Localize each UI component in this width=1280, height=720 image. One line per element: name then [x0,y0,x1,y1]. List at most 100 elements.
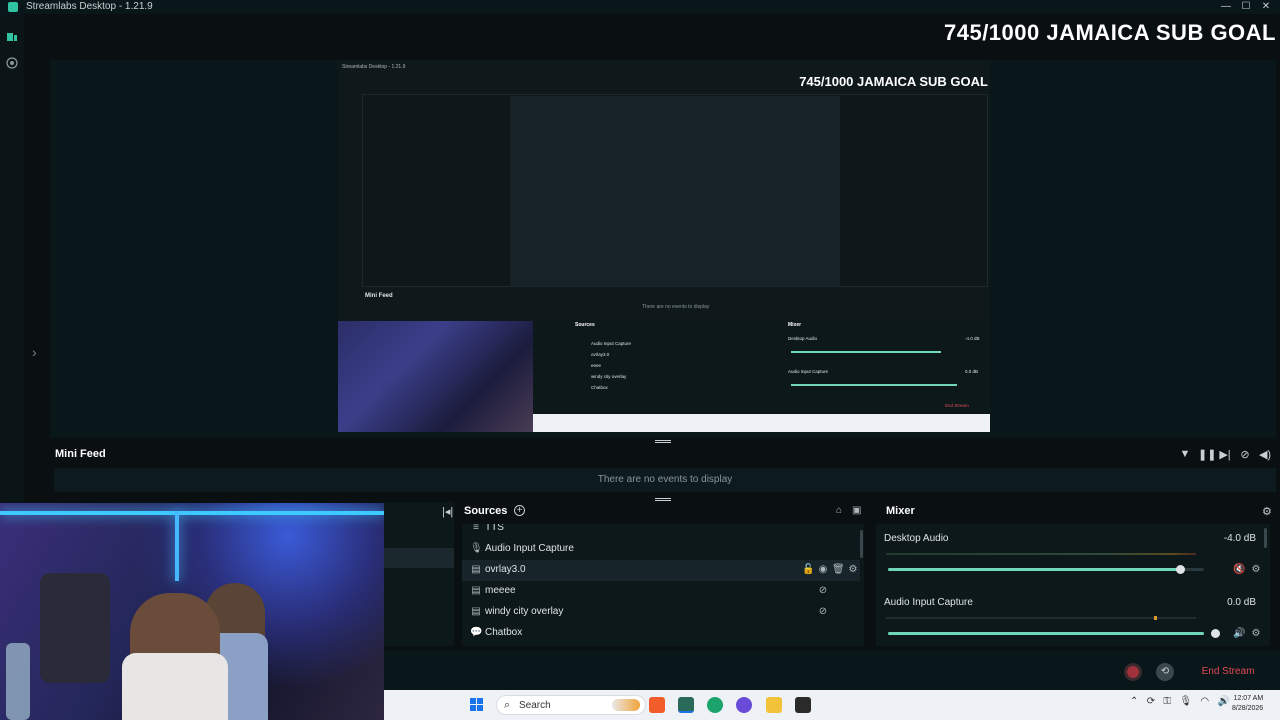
close-button[interactable]: ✕ [1256,0,1276,14]
gaming-chair [40,573,110,683]
volume-slider-fill [888,568,1180,571]
visibility-off-icon[interactable]: ⊘ [817,606,829,617]
text-icon: ≡ [473,524,479,533]
lock-icon[interactable]: 🔓 [802,564,814,575]
volume-slider[interactable] [888,565,1204,574]
inner-mini-feed-title: Mini Feed There are no events to display [365,293,710,310]
record-button[interactable] [1124,663,1142,681]
visibility-icon[interactable]: ◉ [817,564,829,575]
source-label: meeee [485,585,516,596]
windows-start-icon[interactable] [470,698,484,712]
inner-webcam-image [338,321,533,432]
mixer-channel-name: Desktop Audio [884,533,949,544]
widgets-icon[interactable] [612,699,640,711]
left-nav-rail [0,14,24,504]
pause-icon[interactable]: ❚❚ [1198,448,1216,461]
expand-left-icon[interactable]: › [32,344,37,360]
volume-meter [886,553,1196,555]
mini-feed-title: Mini Feed [55,448,106,460]
mixer-channel-db: 0.0 dB [1227,597,1256,608]
inner-window-title: Streamlabs Desktop - 1.21.9 [342,64,406,70]
source-row[interactable]: 🎙 Audio Input Capture [462,539,860,560]
maximize-button[interactable]: ☐ [1236,0,1256,14]
source-label: Audio Input Capture [485,543,574,554]
clock-date: 8/28/2026 [1232,705,1264,712]
mixer-channel-db: -4.0 dB [1223,533,1256,544]
channel-settings-icon[interactable]: ⚙ [1250,564,1262,575]
collapse-scenes-icon[interactable]: |◂| [442,505,453,518]
editor-icon[interactable] [6,30,18,42]
mini-feed-empty-text: There are no events to display [597,474,733,485]
system-tray[interactable]: ⌃ ⟳ ⚿ 🎙 ◠ 🔊 [1130,696,1230,707]
led-strip [0,511,384,515]
mute-icon[interactable]: 🔇 [1233,564,1245,575]
streamlabs-taskbar-icon[interactable] [678,697,694,713]
add-folder-icon[interactable]: ⌂ [836,505,842,516]
source-properties-icon[interactable]: ▣ [852,505,861,516]
add-source-icon[interactable]: + [514,505,525,516]
brave-browser-icon[interactable] [649,697,665,713]
volume-slider-knob[interactable] [1176,565,1185,574]
replay-buffer-button[interactable]: ⟲ [1156,663,1174,681]
mixer-panel: Mixer ⚙ Desktop Audio -4.0 dB 🔇 ⚙ Audio … [872,502,1280,646]
sources-title: Sources [464,505,508,517]
preview-capture-image: Streamlabs Desktop - 1.21.9 745/1000 JAM… [338,61,990,432]
visibility-off-icon[interactable]: ⊘ [817,585,829,596]
source-row[interactable]: 💬 Chatbox [462,623,860,644]
mixer-scrollbar[interactable] [1264,528,1267,548]
browser-source-icon: ▤ [471,585,481,596]
browser-source-icon: ▤ [471,564,481,575]
end-stream-button[interactable]: End Stream [1180,663,1276,681]
resize-handle[interactable] [655,440,671,443]
mixer-settings-icon[interactable]: ⚙ [1262,505,1272,518]
nested-preview-frame [510,96,840,286]
source-row[interactable]: ▤ windy city overlay ⊘ [462,602,860,623]
file-explorer-icon[interactable] [766,697,782,713]
sources-list: ≡ TTS 🎙 Audio Input Capture ▤ ovrlay3.0 … [462,524,864,646]
sources-header: Sources + ⌂ ▣ [458,502,868,522]
edge-browser-icon[interactable] [707,697,723,713]
clock-time: 12:07 AM [1233,695,1264,702]
window-title: Streamlabs Desktop - 1.21.9 [26,1,153,12]
water-bottle [6,643,30,720]
selected-scene-row[interactable] [384,548,454,568]
minimize-button[interactable]: — [1216,0,1236,14]
filter-icon[interactable]: ▼ [1178,448,1192,460]
mute-alerts-icon[interactable]: ⊘ [1238,448,1252,461]
skip-icon[interactable]: ▶| [1218,448,1232,461]
title-bar: Streamlabs Desktop - 1.21.9 — ☐ ✕ [0,0,1280,14]
record-history-icon[interactable] [6,56,18,69]
source-label: TTS [485,524,504,533]
volume-icon[interactable]: ◀) [1258,448,1272,461]
chat-icon: 💬 [470,627,483,638]
volume-meter [886,616,1196,620]
source-row[interactable]: ≡ TTS [462,524,860,539]
source-label: Chatbox [485,627,523,638]
volume-slider-knob[interactable] [1211,629,1220,638]
sources-panel: Sources + ⌂ ▣ ≡ TTS 🎙 Audio Input Captur… [458,502,868,646]
sources-scrollbar[interactable] [860,530,863,558]
mini-feed-header: Mini Feed ▼ ❚❚ ▶| ⊘ ◀) [50,444,1280,466]
volume-icon[interactable]: 🔊 [1233,628,1245,639]
settings-gear-icon[interactable]: ⚙ [847,564,859,575]
person-left-shirt [122,653,228,720]
stream-controls-bar: ⟲ End Stream [384,650,1280,690]
source-row[interactable]: ▤ meeee ⊘ [462,581,860,602]
resize-handle[interactable] [655,498,671,501]
mini-feed-body: There are no events to display [54,468,1276,492]
channel-settings-icon[interactable]: ⚙ [1250,628,1262,639]
capcut-icon[interactable] [795,697,811,713]
volume-slider[interactable] [888,629,1220,638]
webcam-video [0,503,384,720]
volume-slider-fill [888,632,1204,635]
source-label: windy city overlay [485,606,564,617]
search-icon: ⌕ [504,699,511,711]
delete-icon[interactable]: 🗑 [832,564,845,575]
scenes-panel: |◂| [384,502,454,646]
discord-icon[interactable] [736,697,752,713]
taskbar-clock[interactable]: 12:07 AM 8/28/2026 [1232,694,1263,714]
led-strip-vertical [175,511,179,581]
source-row-selected[interactable]: ▤ ovrlay3.0 🔓 ◉ 🗑 ⚙ [462,560,860,581]
mixer-body: Desktop Audio -4.0 dB 🔇 ⚙ Audio Input Ca… [876,524,1270,646]
browser-source-icon: ▤ [471,606,481,617]
